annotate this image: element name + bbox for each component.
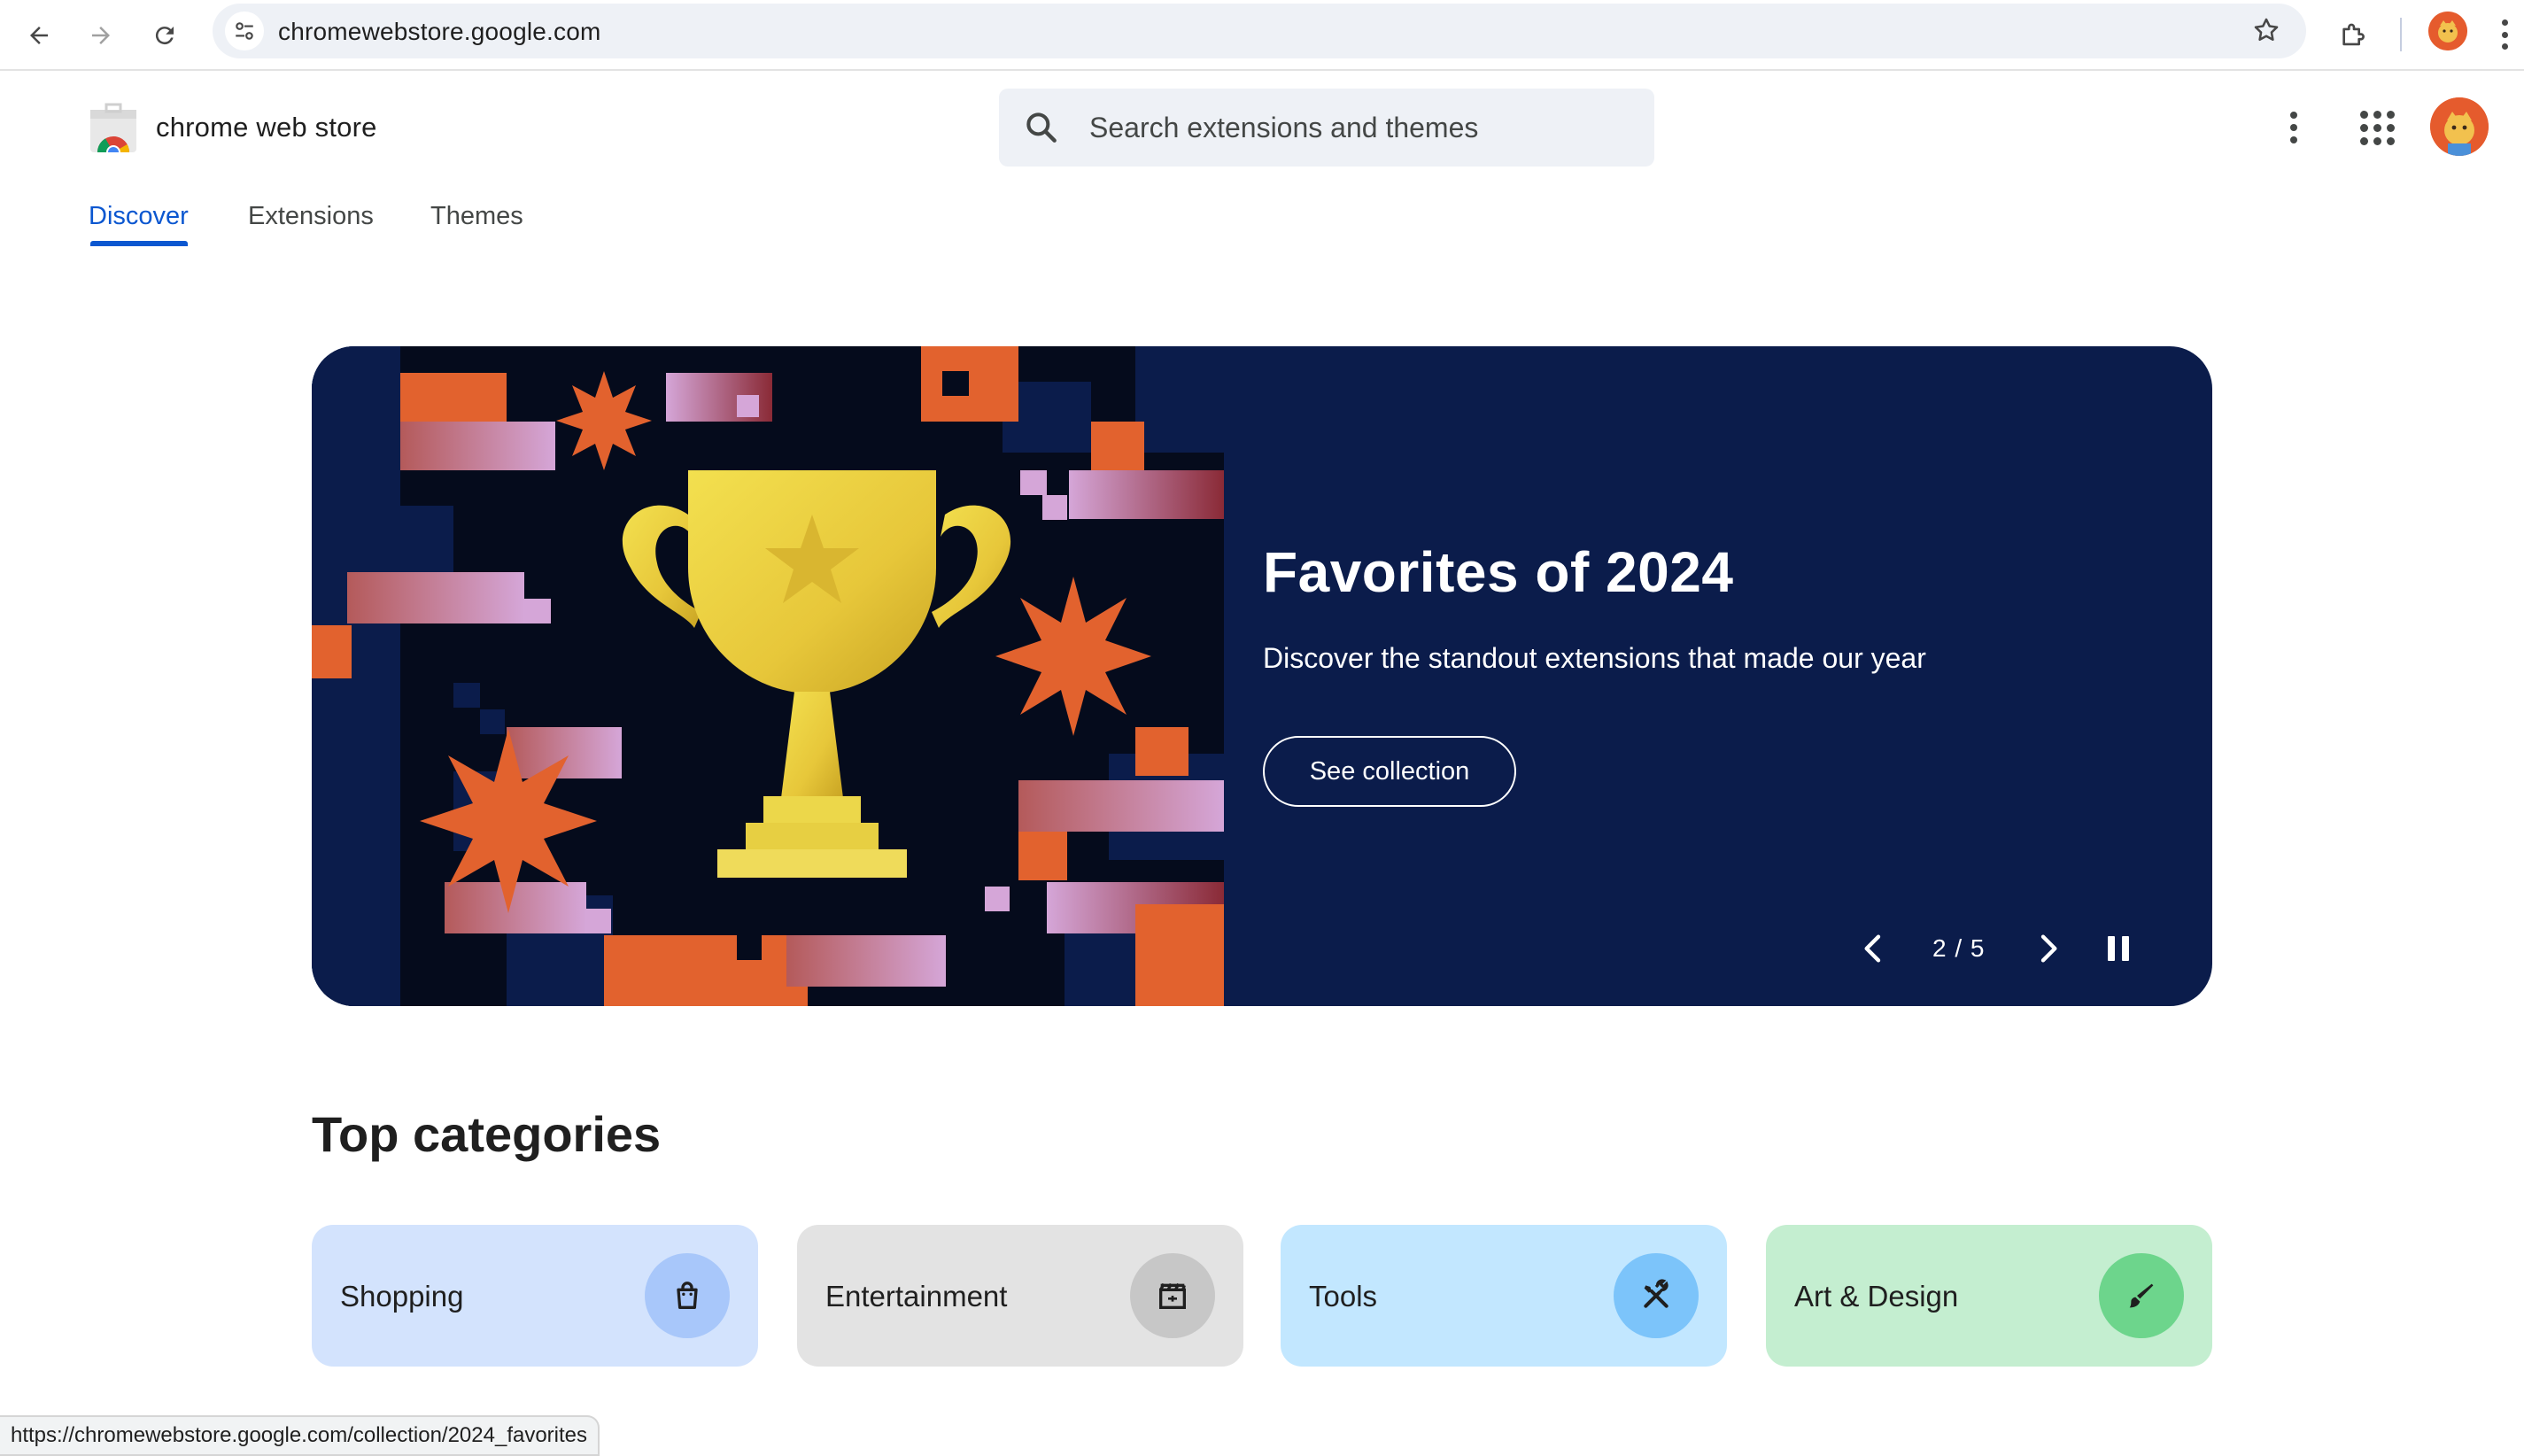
see-collection-button[interactable]: See collection	[1263, 736, 1516, 807]
hero-subtitle: Discover the standout extensions that ma…	[1263, 642, 1926, 674]
site-info-icon[interactable]	[225, 12, 264, 50]
browser-menu-button[interactable]	[2496, 14, 2513, 55]
chevron-left-icon	[1864, 934, 1881, 963]
profile-avatar[interactable]	[2428, 12, 2467, 50]
carousel-prev-button[interactable]	[1853, 927, 1895, 970]
address-bar[interactable]: chromewebstore.google.com	[213, 4, 2306, 58]
more-options-button[interactable]	[2276, 105, 2311, 151]
forward-button[interactable]	[76, 11, 126, 60]
hero-title: Favorites of 2024	[1263, 540, 1734, 604]
toolbar-divider	[2400, 18, 2402, 51]
search-box[interactable]	[999, 89, 1654, 167]
reload-button[interactable]	[140, 11, 190, 60]
category-label: Entertainment	[825, 1280, 1008, 1313]
bookmark-star-icon[interactable]	[2251, 15, 2281, 50]
shopping-bag-icon	[645, 1253, 730, 1338]
carousel-pause-button[interactable]	[2097, 927, 2140, 970]
category-label: Shopping	[340, 1280, 464, 1313]
search-icon	[1026, 112, 1057, 143]
carousel-counter: 2 / 5	[1932, 934, 1986, 962]
clapperboard-icon	[1130, 1253, 1215, 1338]
tab-themes[interactable]: Themes	[430, 202, 523, 231]
tab-extensions[interactable]: Extensions	[248, 202, 374, 231]
hero-carousel[interactable]: Favorites of 2024 Discover the standout …	[312, 346, 2212, 1006]
brush-icon	[2099, 1253, 2184, 1338]
pause-icon	[2108, 936, 2115, 961]
back-button[interactable]	[14, 11, 64, 60]
browser-toolbar: chromewebstore.google.com	[0, 0, 2524, 71]
carousel-next-button[interactable]	[2026, 927, 2069, 970]
puzzle-icon	[2342, 23, 2365, 46]
extensions-button[interactable]	[2329, 11, 2379, 60]
google-apps-button[interactable]	[2356, 106, 2398, 149]
category-label: Tools	[1309, 1280, 1378, 1313]
category-label: Art & Design	[1794, 1280, 1959, 1313]
trophy-illustration	[312, 346, 1224, 1006]
category-card-shopping[interactable]: Shopping	[312, 1225, 758, 1367]
arrow-left-icon	[30, 27, 48, 44]
chevron-right-icon	[2040, 934, 2057, 963]
top-categories-title: Top categories	[312, 1106, 662, 1162]
url-text: chromewebstore.google.com	[278, 18, 601, 45]
reload-icon	[155, 27, 174, 45]
category-card-art-design[interactable]: Art & Design	[1766, 1225, 2212, 1367]
category-card-tools[interactable]: Tools	[1281, 1225, 1727, 1367]
category-card-entertainment[interactable]: Entertainment	[797, 1225, 1243, 1367]
search-input[interactable]	[1089, 105, 1621, 151]
store-name[interactable]: chrome web store	[156, 112, 377, 143]
status-bar-url: https://chromewebstore.google.com/collec…	[0, 1415, 600, 1456]
arrow-right-icon	[92, 27, 110, 44]
tools-icon	[1614, 1253, 1699, 1338]
active-tab-indicator	[90, 241, 188, 246]
chrome-web-store-logo[interactable]	[87, 103, 140, 159]
account-avatar[interactable]	[2430, 97, 2489, 156]
tab-discover[interactable]: Discover	[89, 202, 189, 231]
